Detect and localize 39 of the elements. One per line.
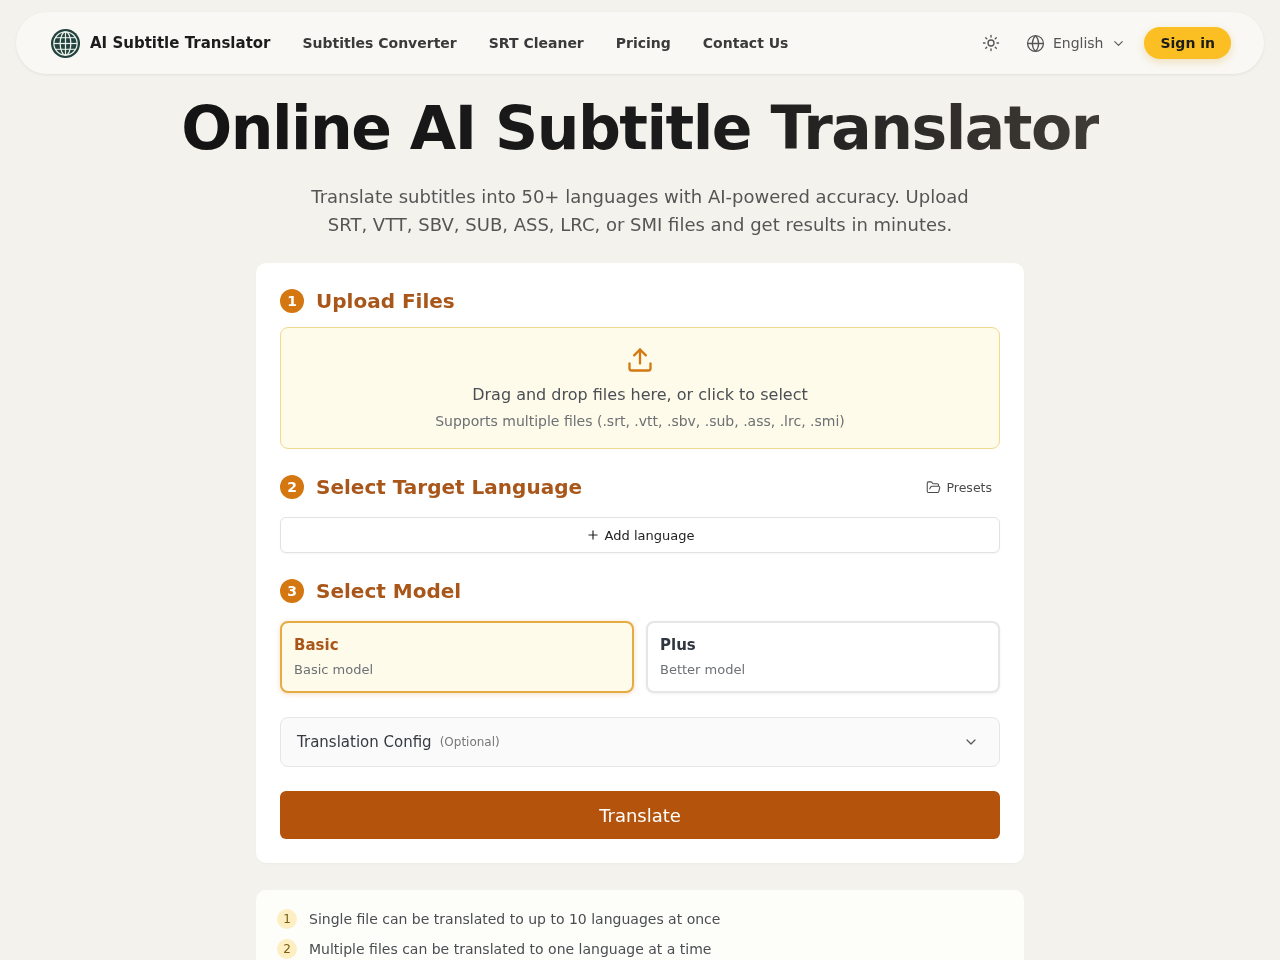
sun-icon xyxy=(981,34,1000,52)
nav-link[interactable]: SRT Cleaner xyxy=(488,35,584,51)
sign-in-button[interactable]: Sign in xyxy=(1144,27,1231,59)
model-name: Basic xyxy=(294,635,339,655)
dropzone-hint: Supports multiple files (.srt, .vtt, .sbv, .sub, .ass, .lrc, .smi) xyxy=(435,412,845,431)
brand-name: AI Subtitle Translator xyxy=(90,34,271,52)
folder-icon xyxy=(925,479,941,495)
upload-icon xyxy=(626,346,654,374)
page-subtitle: Translate subtitles into 50+ languages with AI-powered accuracy. Upload SRT, VTT, SBV, SUB, ASS, LRC, or SMI files and get results in minutes. xyxy=(310,185,970,237)
tip-text: Single file can be translated to up to 10 languages at once xyxy=(309,911,721,927)
globe-logo-icon xyxy=(50,27,81,59)
step-title: Select Target Language xyxy=(316,475,582,499)
step-number: 3 xyxy=(280,579,304,603)
add-language-button[interactable]: Add language xyxy=(280,517,1000,553)
model-description: Basic model xyxy=(294,661,374,679)
nav-link[interactable]: Pricing xyxy=(615,35,671,51)
step-number: 1 xyxy=(280,289,304,313)
translate-button[interactable]: Translate xyxy=(280,791,1000,839)
translation-config-toggle[interactable]: Translation Config (Optional) xyxy=(280,717,1000,767)
language-selector[interactable]: English xyxy=(1025,33,1127,53)
model-option-card[interactable]: Basic Basic model xyxy=(280,621,634,693)
nav-link[interactable]: Contact Us xyxy=(702,35,789,51)
model-description: Better model xyxy=(660,661,746,679)
file-dropzone[interactable]: Drag and drop files here, or click to select Supports multiple files (.srt, .vtt, .sbv, .sub, .ass, .lrc, .smi) xyxy=(280,327,1000,449)
plus-icon xyxy=(585,528,600,542)
model-name: Plus xyxy=(660,635,696,655)
step-title: Select Model xyxy=(316,579,462,603)
globe-icon xyxy=(1025,33,1045,53)
presets-button[interactable]: Presets xyxy=(925,479,992,495)
dropzone-prompt: Drag and drop files here, or click to select xyxy=(472,384,808,406)
optional-note: (Optional) xyxy=(439,735,500,749)
tip-text: Multiple files can be translated to one language at a time xyxy=(309,941,712,957)
theme-toggle-button[interactable] xyxy=(981,34,1000,52)
tip-number: 2 xyxy=(277,939,297,959)
tip-number: 1 xyxy=(277,909,297,929)
nav-link[interactable]: Subtitles Converter xyxy=(302,35,457,51)
step-number: 2 xyxy=(280,475,304,499)
step-title: Upload Files xyxy=(316,289,455,313)
model-option-card[interactable]: Plus Better model xyxy=(646,621,1000,693)
